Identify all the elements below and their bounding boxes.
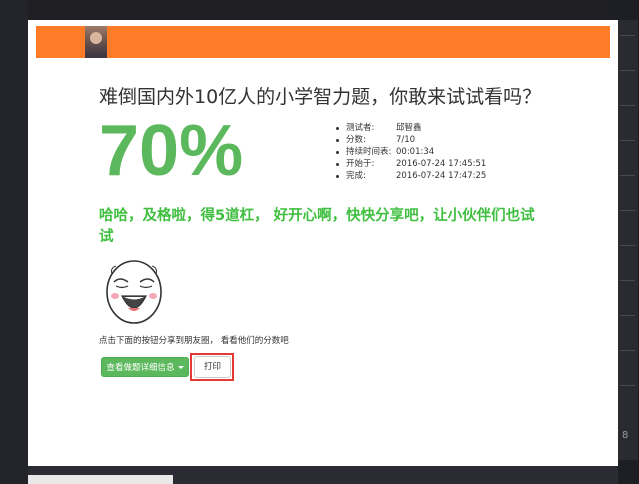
info-item-tester: 测试者: 邱智鑫: [334, 122, 486, 134]
info-item-duration: 持续时间表: 00:01:34: [334, 146, 486, 158]
background-scroll-strip: [617, 20, 638, 460]
info-label: 开始于:: [346, 159, 375, 169]
info-value: 00:01:34: [396, 147, 435, 157]
quiz-title: 难倒国内外10亿人的小学智力题，你敢来试试看吗？: [99, 86, 542, 108]
score-percentage: 70%: [99, 111, 244, 191]
result-message: 哈哈，及格啦，得5道杠， 好开心啊，快快分享吧，让小伙伴们也试试: [99, 208, 535, 245]
view-details-label: 查看做题详细信息: [106, 363, 175, 373]
strip-divider: [620, 350, 635, 351]
info-label: 持续时间表:: [346, 147, 392, 157]
strip-divider: [620, 35, 635, 36]
info-label: 完成:: [346, 171, 366, 181]
result-info-list: 测试者: 邱智鑫 分数: 7/10 持续时间表: 00:01:34 开始于: 2016-…: [334, 122, 486, 182]
info-item-finished: 完成: 2016-07-24 17:47:25: [334, 170, 486, 182]
print-button[interactable]: 打印: [194, 356, 231, 378]
strip-divider: [620, 175, 635, 176]
share-hint: 点击下面的按钮分享到朋友圈， 看看他们的分数吧: [99, 336, 289, 346]
info-item-started: 开始于: 2016-07-24 17:45:51: [334, 158, 486, 170]
caret-down-icon: [177, 366, 184, 369]
info-value: 2016-07-24 17:47:25: [396, 171, 487, 181]
strip-divider: [620, 105, 635, 106]
info-value: 2016-07-24 17:45:51: [396, 159, 487, 169]
strip-divider: [620, 140, 635, 141]
strip-divider: [620, 245, 635, 246]
info-value: 邱智鑫: [396, 123, 422, 133]
info-item-score: 分数: 7/10: [334, 134, 486, 146]
header-banner: [36, 26, 610, 58]
backdrop-left: [0, 0, 28, 484]
info-label: 测试者:: [346, 123, 375, 133]
view-details-dropdown-button[interactable]: 查看做题详细信息: [101, 357, 189, 377]
page-marker: 8: [622, 430, 629, 441]
strip-divider: [620, 70, 635, 71]
strip-divider: [620, 280, 635, 281]
strip-divider: [620, 385, 635, 386]
background-bottom-tab: [28, 475, 173, 484]
laughing-face-meme-icon: [106, 260, 162, 324]
strip-divider: [620, 210, 635, 211]
info-label: 分数:: [346, 135, 366, 145]
info-value: 7/10: [396, 135, 416, 145]
user-avatar: [85, 26, 107, 58]
quiz-result-modal: 难倒国内外10亿人的小学智力题，你敢来试试看吗？ 70% 测试者: 邱智鑫 分数:…: [28, 20, 618, 466]
strip-divider: [620, 315, 635, 316]
